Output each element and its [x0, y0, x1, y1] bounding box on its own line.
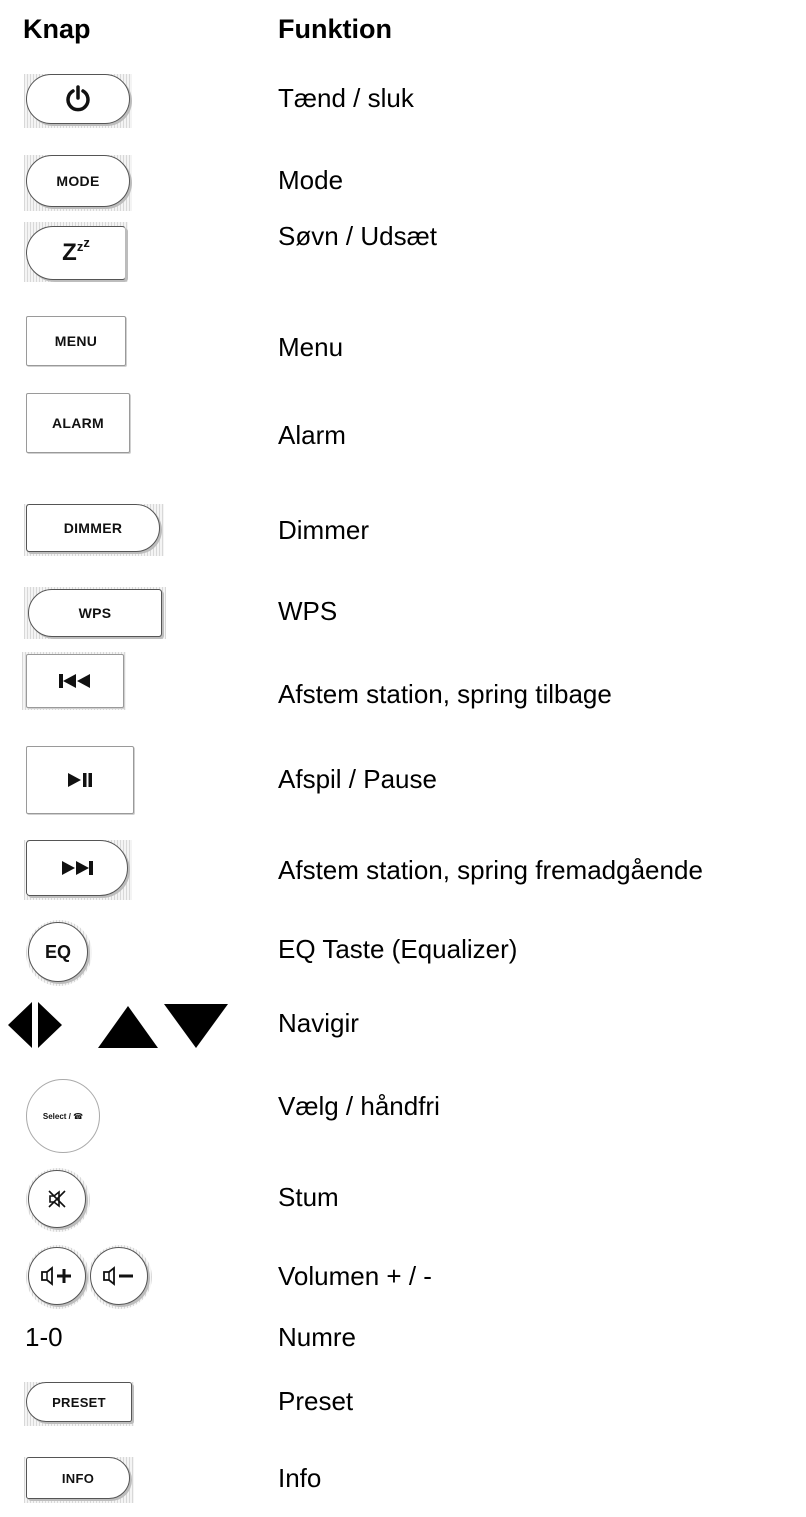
button-cell: [0, 838, 260, 900]
button-cell: MODE: [0, 153, 260, 213]
button-cell: DIMMER: [0, 502, 260, 562]
button-cell: EQ: [0, 918, 260, 986]
alarm-button: ALARM: [26, 393, 130, 453]
power-button: [26, 74, 130, 124]
table-row: Zzz Søvn / Udsæt: [0, 221, 806, 282]
function-sleep: Søvn / Udsæt: [278, 221, 437, 251]
mode-button: MODE: [26, 155, 130, 207]
eq-button: EQ: [28, 922, 88, 982]
button-cell: 1-0: [0, 1322, 260, 1382]
skip-forward-icon: [62, 861, 93, 875]
button-cell: Zzz: [0, 222, 260, 282]
volume-up-icon: [41, 1266, 71, 1286]
table-row: Afstem station, spring fremadgående: [0, 838, 806, 900]
function-navigate: Navigir: [278, 1008, 359, 1038]
table-row: ALARM Alarm: [0, 391, 806, 453]
table-row: Volumen + / -: [0, 1245, 806, 1309]
button-cell: [0, 1000, 260, 1060]
table-row: WPS WPS: [0, 585, 806, 645]
function-eq: EQ Taste (Equalizer): [278, 934, 518, 964]
volume-down-button: [90, 1247, 148, 1305]
table-row: Tænd / sluk: [0, 72, 806, 132]
table-row: Navigir: [0, 1000, 806, 1060]
previous-button: [26, 654, 124, 708]
button-cell: [0, 72, 260, 132]
select-label: Select / ☎: [42, 1111, 84, 1121]
header-function-column: Funktion: [278, 14, 392, 44]
sleep-snooze-button: Zzz: [26, 226, 126, 280]
function-select: Vælg / håndfri: [278, 1091, 440, 1121]
function-info: Info: [278, 1463, 322, 1493]
function-wps: WPS: [278, 596, 338, 626]
header-button-column: Knap: [23, 14, 91, 44]
down-arrow-icon: [164, 1004, 228, 1048]
navigation-arrows: [8, 1002, 228, 1048]
table-row: INFO Info: [0, 1455, 806, 1515]
function-alarm: Alarm: [278, 420, 346, 450]
play-pause-icon: [68, 773, 92, 787]
function-mode: Mode: [278, 165, 344, 195]
table-row: EQ EQ Taste (Equalizer): [0, 918, 806, 986]
button-cell: WPS: [0, 585, 260, 645]
button-cell: [0, 1245, 260, 1309]
button-cell: Select / ☎: [0, 1077, 260, 1153]
table-row: PRESET Preset: [0, 1380, 806, 1440]
button-cell: [0, 744, 260, 814]
function-previous: Afstem station, spring tilbage: [278, 679, 612, 709]
function-dimmer: Dimmer: [278, 515, 369, 545]
play-pause-button: [26, 746, 134, 814]
number-keys-label: 1-0: [25, 1322, 63, 1352]
volume-down-icon: [103, 1266, 133, 1286]
menu-button: MENU: [26, 316, 126, 366]
dimmer-button: DIMMER: [26, 504, 160, 552]
select-handsfree-button: Select / ☎: [26, 1079, 100, 1153]
function-power: Tænd / sluk: [278, 83, 414, 113]
next-button: [26, 840, 128, 896]
function-volume: Volumen + / -: [278, 1261, 432, 1291]
table-row: Select / ☎ Vælg / håndfri: [0, 1077, 806, 1153]
table-row: DIMMER Dimmer: [0, 502, 806, 562]
wps-button: WPS: [28, 589, 162, 637]
function-mute: Stum: [278, 1182, 339, 1212]
button-cell: [0, 1168, 260, 1232]
function-next: Afstem station, spring fremadgående: [278, 855, 703, 885]
function-preset: Preset: [278, 1386, 354, 1416]
power-icon: [66, 85, 90, 112]
up-arrow-icon: [98, 1006, 158, 1048]
button-cell: MENU: [0, 314, 260, 374]
table-row: Stum: [0, 1168, 806, 1232]
table-row: Afspil / Pause: [0, 744, 806, 814]
button-cell: PRESET: [0, 1380, 260, 1440]
mute-button: [28, 1170, 86, 1228]
table-row: MENU Menu: [0, 314, 806, 374]
sleep-icon: Zzz: [62, 235, 90, 266]
info-button: INFO: [26, 1457, 130, 1499]
button-cell: ALARM: [0, 391, 260, 453]
button-cell: INFO: [0, 1455, 260, 1515]
left-arrow-icon: [8, 1002, 32, 1048]
right-arrow-icon: [38, 1002, 62, 1048]
skip-back-icon: [59, 674, 90, 688]
preset-button: PRESET: [26, 1382, 132, 1422]
function-numbers: Numre: [278, 1322, 357, 1352]
mute-speaker-icon: [48, 1190, 66, 1208]
button-cell: [0, 652, 260, 712]
volume-up-button: [28, 1247, 86, 1305]
table-row: Afstem station, spring tilbage: [0, 652, 806, 712]
table-row: MODE Mode: [0, 153, 806, 213]
function-menu: Menu: [278, 332, 344, 362]
table-row: 1-0 Numre: [0, 1322, 806, 1382]
function-play-pause: Afspil / Pause: [278, 764, 437, 794]
